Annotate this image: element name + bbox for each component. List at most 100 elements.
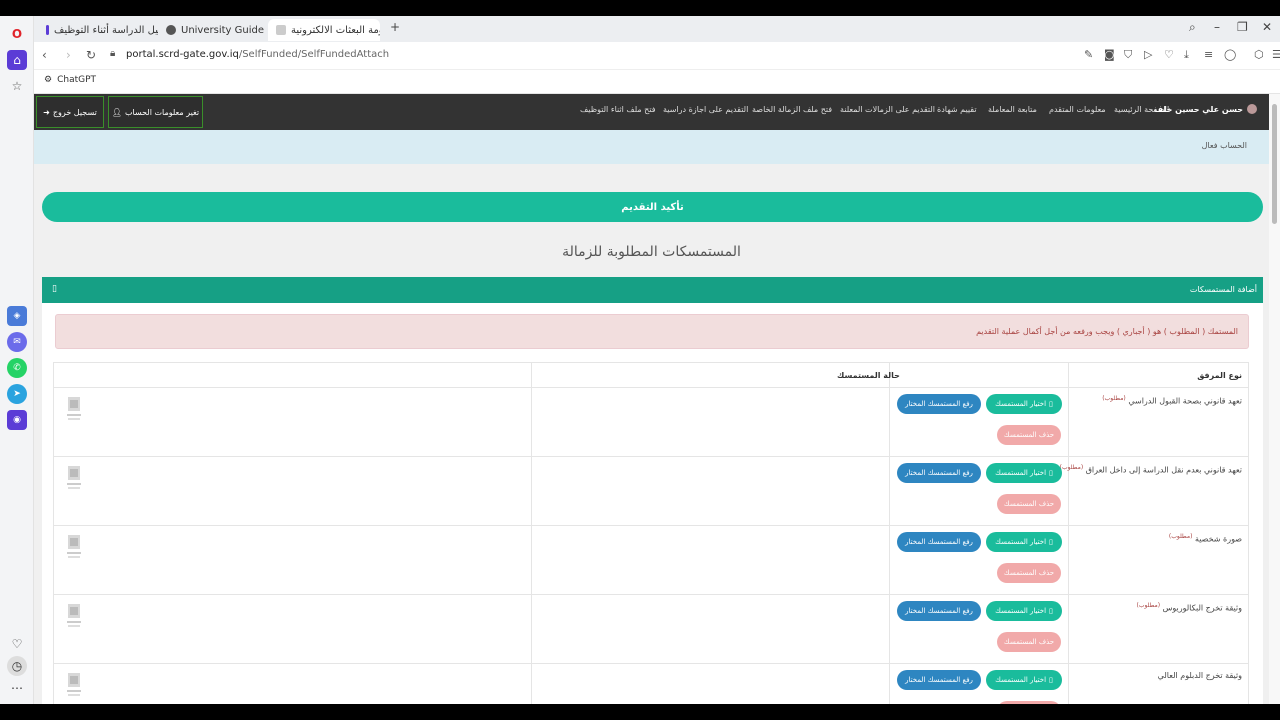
attachment-name-text: وثيقة تخرج الدبلوم العالي: [1157, 671, 1242, 680]
whatsapp-icon[interactable]: ✆: [7, 358, 27, 378]
confirm-application-button[interactable]: تأكيد التقديم: [42, 192, 1263, 222]
upload-file-button[interactable]: رفع المستمسك المختار: [897, 394, 981, 414]
account-settings-button[interactable]: 👤︎ تغير معلومات الحساب: [108, 96, 203, 128]
column-divider: [531, 595, 532, 663]
attachment-name-text: تعهد قانوني بعدم نقل الدراسة إلى داخل ال…: [1085, 465, 1242, 475]
browser-menu-icon[interactable]: ☰: [1272, 48, 1280, 61]
history-icon[interactable]: ◷: [7, 656, 27, 676]
square-icon: ▯: [1049, 676, 1053, 684]
page-scrollbar[interactable]: [1269, 94, 1280, 704]
nav-link-private-fellowship[interactable]: فتح ملف الزمالة الخاصة: [752, 105, 832, 114]
globe-icon: [166, 25, 176, 35]
logout-button[interactable]: ➜ تسجيل خروج: [36, 96, 104, 128]
required-badge: (مطلوب): [1102, 395, 1126, 402]
play-icon[interactable]: ▷: [1144, 48, 1152, 61]
menu-icon[interactable]: ≡: [1204, 48, 1213, 61]
scrollbar-thumb[interactable]: [1272, 104, 1277, 224]
choose-file-button[interactable]: اختيار المستمسك ▯: [986, 394, 1062, 414]
back-icon[interactable]: ‹: [42, 48, 47, 62]
download-icon[interactable]: ⤓: [1184, 48, 1189, 62]
messenger-icon[interactable]: ✉: [7, 332, 27, 352]
delete-file-button[interactable]: حذف المستمسك: [997, 494, 1061, 514]
tab-title: منظومة البعثات الالكترونية: [291, 24, 380, 36]
tab-university-guide[interactable]: University Guide: [158, 19, 268, 41]
choose-file-button[interactable]: اختيار المستمسك ▯: [986, 670, 1062, 690]
column-divider: [889, 388, 890, 456]
more-icon[interactable]: ⋯: [7, 678, 27, 698]
url-host: portal.scrd-gate.gov.iq: [126, 49, 239, 60]
column-divider: [531, 457, 532, 525]
telegram-icon[interactable]: ➤: [7, 384, 27, 404]
delete-file-button[interactable]: حذف المستمسك: [997, 632, 1061, 652]
header-attachment-status: حالة المستمسك: [837, 371, 900, 380]
column-divider: [1068, 595, 1069, 663]
nav-link-track-transaction[interactable]: متابعة المعاملة: [988, 105, 1037, 114]
edit-icon[interactable]: ✎: [1084, 48, 1093, 61]
choose-file-button[interactable]: اختيار المستمسك ▯: [986, 463, 1062, 483]
delete-file-button[interactable]: حذف المستمسك: [997, 563, 1061, 583]
heart-outline-icon[interactable]: ♡: [1164, 48, 1174, 61]
nav-link-announced-fellowships[interactable]: التقديم على الزمالات المعلنة: [840, 105, 935, 114]
opera-logo-icon[interactable]: O: [7, 24, 27, 44]
forward-icon[interactable]: ›: [66, 48, 71, 62]
nav-link-study-leave[interactable]: التقديم على اجازة دراسية: [663, 105, 748, 114]
choose-file-button[interactable]: اختيار المستمسك ▯: [986, 532, 1062, 552]
new-tab-icon[interactable]: +: [390, 20, 400, 34]
camera-icon[interactable]: ◙: [1104, 48, 1115, 61]
app-icon[interactable]: ◈: [7, 306, 27, 326]
assistant-icon[interactable]: ◉: [7, 410, 27, 430]
heart-icon[interactable]: ♡: [7, 634, 27, 654]
table-row: وثيقة تخرج الدبلوم العالي اختيار المستمس…: [54, 664, 1248, 704]
home-icon[interactable]: ⌂: [7, 50, 27, 70]
minimize-icon[interactable]: –: [1214, 20, 1220, 34]
column-divider: [889, 595, 890, 663]
nav-link-certificate-evaluation[interactable]: تقييم شهادة: [937, 105, 977, 114]
attachment-name-text: تعهد قانوني بصحة القبول الدراسي: [1128, 396, 1242, 406]
reload-icon[interactable]: ↻: [86, 48, 96, 62]
upload-file-label: رفع المستمسك المختار: [905, 538, 973, 546]
no-image-placeholder-icon: [67, 604, 81, 627]
upload-file-label: رفع المستمسك المختار: [905, 469, 973, 477]
nav-link-employment-file[interactable]: فتح ملف اثناء التوظيف: [580, 105, 656, 114]
breadcrumb: الحساب فعال: [34, 130, 1269, 164]
tab-favicon-icon: [46, 25, 49, 35]
search-tabs-icon[interactable]: ⌕: [1189, 20, 1196, 35]
column-divider: [531, 664, 532, 704]
tab-scholarships[interactable]: منظومة البعثات الالكترونية: [268, 19, 380, 41]
url-field[interactable]: portal.scrd-gate.gov.iq/SelfFunded/SelfF…: [126, 49, 389, 60]
upload-file-button[interactable]: رفع المستمسك المختار: [897, 670, 981, 690]
choose-file-label: اختيار المستمسك: [995, 400, 1047, 408]
choose-file-label: اختيار المستمسك: [995, 607, 1047, 615]
shield-icon[interactable]: ⛉: [1124, 48, 1132, 62]
lock-icon[interactable]: 🔒︎: [110, 48, 115, 59]
close-icon[interactable]: ✕: [1262, 20, 1272, 34]
tab-study-guide[interactable]: دليل الدراسة أثناء التوظيف: [38, 19, 158, 41]
maximize-icon[interactable]: ❐: [1237, 20, 1248, 34]
delete-file-label: حذف المستمسك: [1003, 569, 1055, 577]
panel-title: أضافة المستمسكات: [1189, 285, 1257, 294]
account-status: الحساب فعال: [1201, 141, 1247, 150]
column-divider: [889, 526, 890, 594]
choose-file-button[interactable]: اختيار المستمسك ▯: [986, 601, 1062, 621]
delete-file-button[interactable]: حذف المستمسك: [997, 425, 1061, 445]
square-icon[interactable]: ▯: [52, 284, 57, 294]
column-divider: [1068, 526, 1069, 594]
extensions-icon[interactable]: ⬡: [1254, 48, 1264, 61]
profile-icon[interactable]: ◯: [1224, 48, 1236, 61]
bookmark-chatgpt[interactable]: ⚙ ChatGPT: [44, 75, 96, 85]
column-divider: [1068, 388, 1069, 456]
square-icon: ▯: [1049, 400, 1053, 408]
upload-file-button[interactable]: رفع المستمسك المختار: [897, 532, 981, 552]
attachment-name: صورة شخصية (مطلوب): [1169, 533, 1242, 544]
upload-file-button[interactable]: رفع المستمسك المختار: [897, 601, 981, 621]
attachment-name: تعهد قانوني بصحة القبول الدراسي (مطلوب): [1102, 395, 1242, 406]
nav-link-applicant-info[interactable]: معلومات المتقدم: [1049, 105, 1106, 114]
no-image-placeholder-icon: [67, 673, 81, 696]
column-divider: [1068, 664, 1069, 704]
star-icon[interactable]: ☆: [7, 76, 27, 96]
upload-file-button[interactable]: رفع المستمسك المختار: [897, 463, 981, 483]
logout-label: تسجيل خروج: [52, 107, 97, 117]
site-navbar: ➜ تسجيل خروج 👤︎ تغير معلومات الحساب فتح …: [34, 94, 1269, 130]
user-menu[interactable]: حسن علي حسين خلف: [1154, 104, 1257, 114]
upload-file-label: رفع المستمسك المختار: [905, 676, 973, 684]
